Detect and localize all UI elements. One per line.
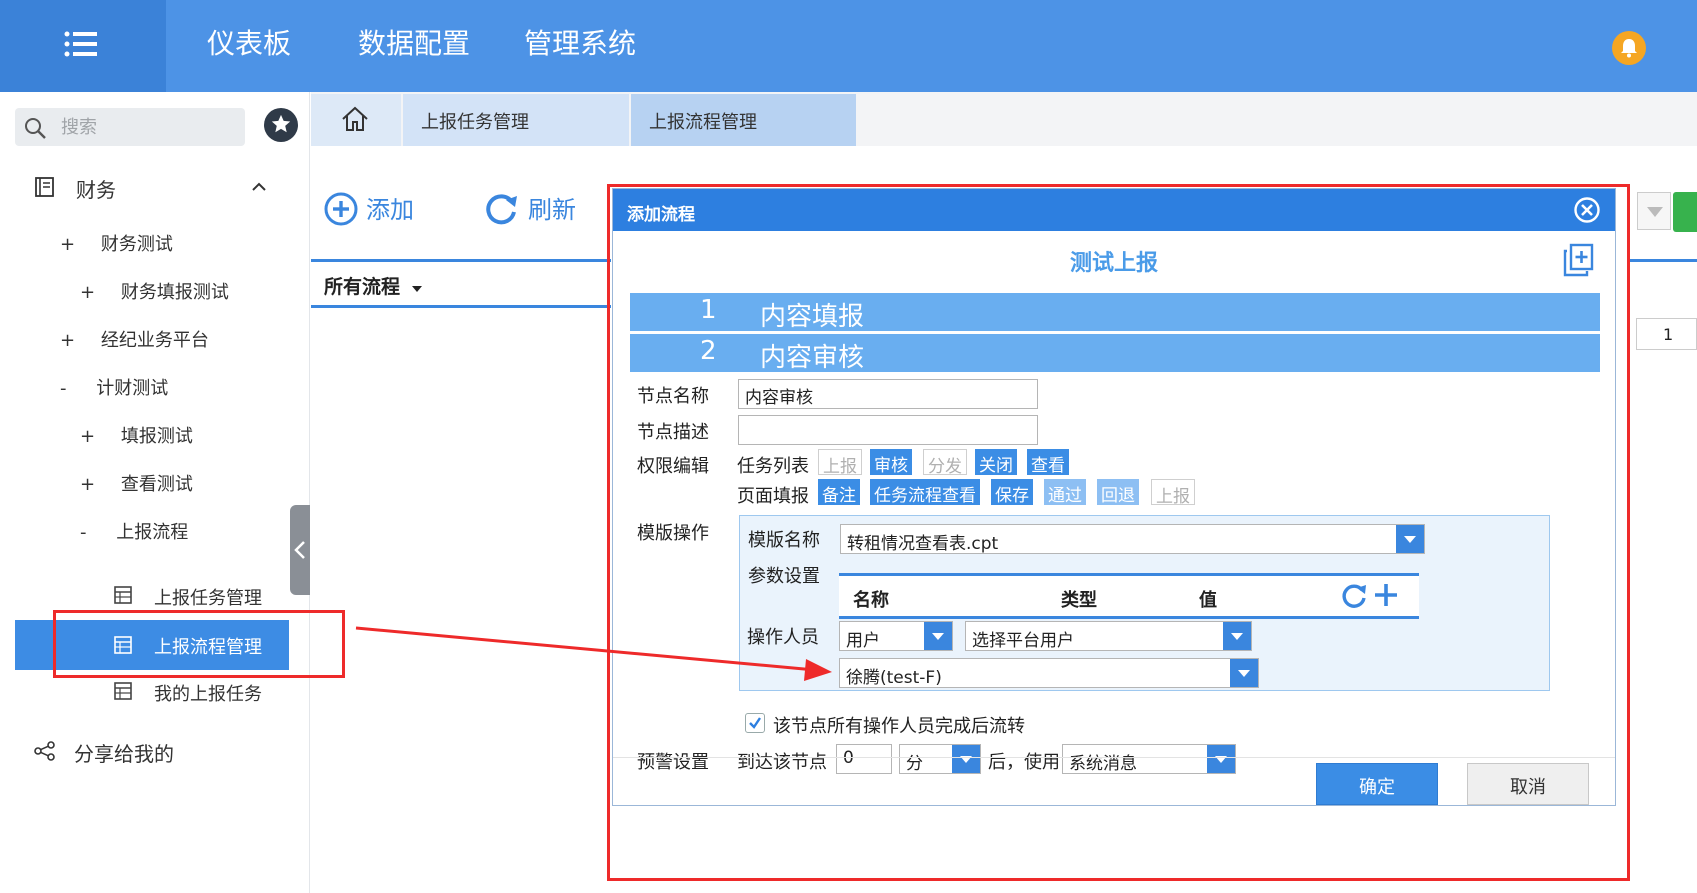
annotation-arrow bbox=[355, 626, 832, 681]
